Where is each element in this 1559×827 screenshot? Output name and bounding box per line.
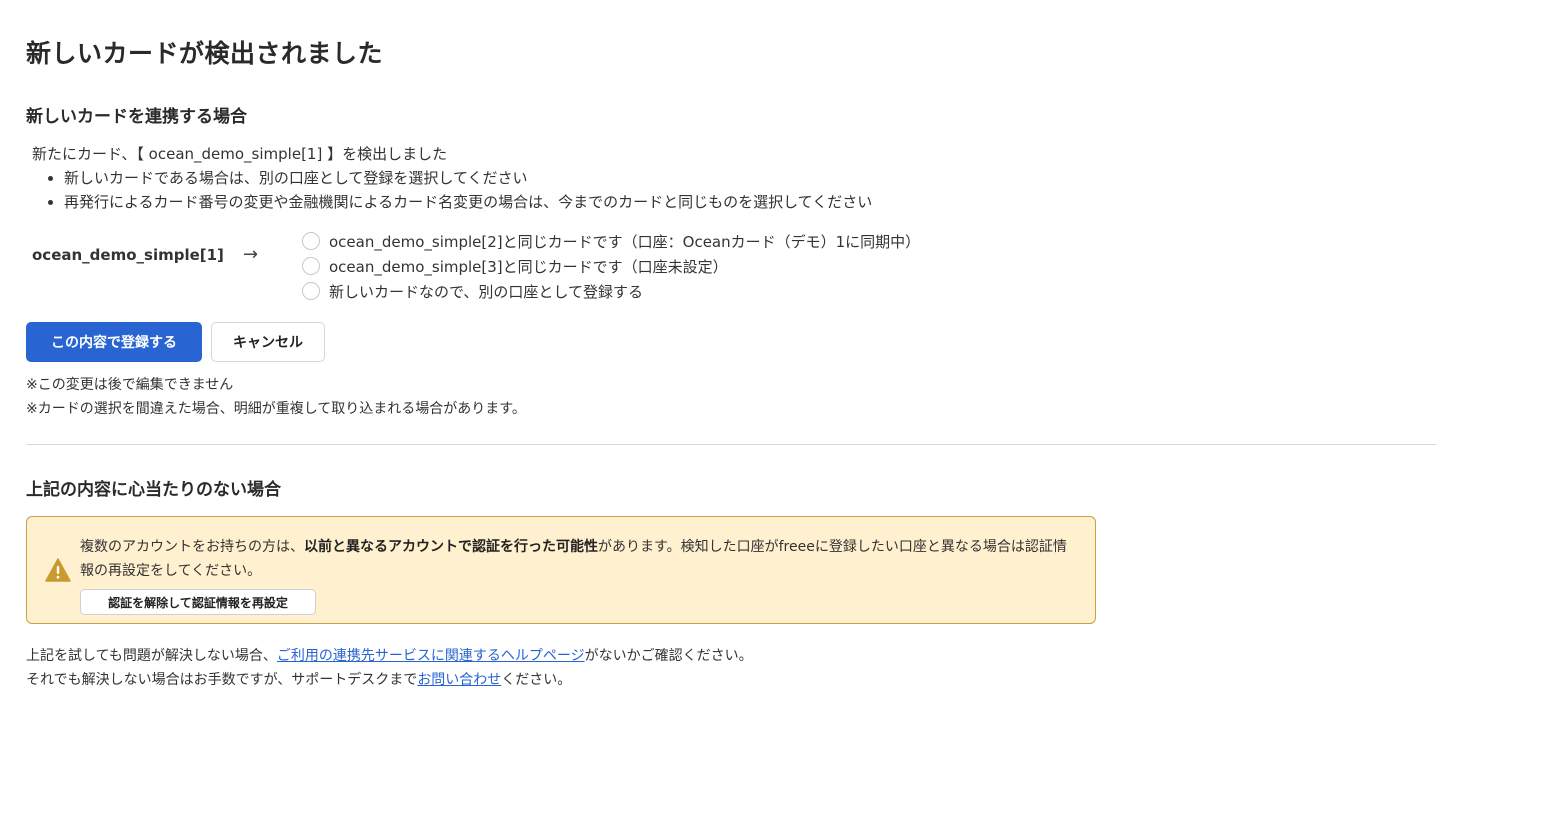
card-mapping: ocean_demo_simple[1] → ocean_demo_simple… — [32, 228, 1032, 306]
help-page-link[interactable]: ご利用の連携先サービスに関連するヘルプページ — [277, 648, 585, 664]
help-text-before: 上記を試しても問題が解決しない場合、 — [26, 648, 277, 664]
card-detection-page: 新しいカードが検出されました 新しいカードを連携する場合 新たにカード、【 oc… — [0, 0, 1559, 827]
warning-text-emphasis: 以前と異なるアカウントで認証を行った可能性 — [304, 539, 598, 555]
instruction-item: 再発行によるカード番号の変更や金融機関によるカード名変更の場合は、今までのカード… — [64, 190, 1012, 214]
warning-message: 複数のアカウントをお持ちの方は、以前と異なるアカウントで認証を行った可能性があり… — [80, 535, 1080, 583]
instruction-item: 新しいカードである場合は、別の口座として登録を選択してください — [64, 166, 1012, 190]
warning-alert: 複数のアカウントをお持ちの方は、以前と異なるアカウントで認証を行った可能性があり… — [26, 516, 1096, 624]
support-text-after: ください。 — [501, 672, 572, 688]
card-option-same-as-3[interactable]: ocean_demo_simple[3]と同じカードです（口座未設定） — [302, 255, 728, 277]
detected-card-name: ocean_demo_simple[1] — [32, 246, 224, 264]
option-label: 新しいカードなので、別の口座として登録する — [329, 282, 643, 301]
radio-button[interactable] — [302, 232, 320, 250]
contact-link[interactable]: お問い合わせ — [417, 672, 501, 688]
help-text-after: がないかご確認ください。 — [584, 648, 753, 664]
link-section-heading: 新しいカードを連携する場合 — [26, 107, 247, 127]
option-label: ocean_demo_simple[3]と同じカードです（口座未設定） — [329, 257, 728, 276]
cancel-button[interactable]: キャンセル — [211, 322, 325, 362]
card-option-new-account[interactable]: 新しいカードなので、別の口座として登録する — [302, 280, 643, 302]
support-text-before: それでも解決しない場合はお手数ですが、サポートデスクまで — [26, 672, 418, 688]
card-option-same-as-2[interactable]: ocean_demo_simple[2]と同じカードです（口座：Oceanカード… — [302, 230, 920, 252]
note-duplicate-warning: ※カードの選択を間違えた場合、明細が重複して取り込まれる場合があります。 — [26, 401, 526, 417]
note-no-edit: ※この変更は後で編集できません — [26, 377, 234, 393]
warning-text-before: 複数のアカウントをお持ちの方は、 — [80, 539, 304, 555]
instruction-list: 新しいカードである場合は、別の口座として登録を選択してください 再発行によるカー… — [32, 166, 1012, 214]
page-title: 新しいカードが検出されました — [26, 39, 384, 68]
right-arrow-icon: → — [243, 244, 259, 265]
option-label: ocean_demo_simple[2]と同じカードです（口座：Oceanカード… — [329, 232, 921, 251]
radio-button[interactable] — [302, 282, 320, 300]
warning-triangle-icon — [45, 558, 71, 582]
unknown-section-heading: 上記の内容に心当たりのない場合 — [26, 480, 281, 500]
detection-intro: 新たにカード、【 ocean_demo_simple[1] 】を検出しました 新… — [32, 144, 1012, 214]
register-button[interactable]: この内容で登録する — [26, 322, 202, 362]
reset-auth-button[interactable]: 認証を解除して認証情報を再設定 — [80, 589, 316, 615]
help-text: 上記を試しても問題が解決しない場合、ご利用の連携先サービスに関連するヘルプページ… — [26, 645, 753, 665]
detection-message: 新たにカード、【 ocean_demo_simple[1] 】を検出しました — [32, 145, 448, 163]
section-divider — [26, 444, 1436, 445]
support-text: それでも解決しない場合はお手数ですが、サポートデスクまでお問い合わせください。 — [26, 669, 571, 689]
radio-button[interactable] — [302, 257, 320, 275]
